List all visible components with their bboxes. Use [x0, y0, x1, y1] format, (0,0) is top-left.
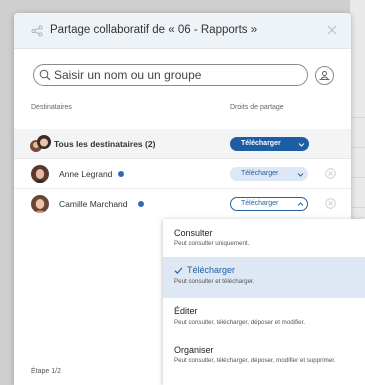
option-description: Peut consulter, télécharger, déposer et …: [174, 319, 306, 326]
rights-dropdown-menu: Consulter Peut consulter uniquement. Tél…: [163, 219, 365, 385]
group-icon: [319, 71, 330, 80]
search-icon: [39, 69, 51, 81]
rights-value: Télécharger: [241, 200, 279, 207]
dropdown-option-organiser[interactable]: Organiser Peut consulter, télécharger, d…: [163, 339, 365, 385]
recipient-name: Camille Marchand: [59, 199, 128, 209]
option-title: Consulter: [174, 228, 213, 238]
remove-icon[interactable]: [325, 198, 336, 209]
all-recipients-rights-select[interactable]: Télécharger: [230, 137, 309, 151]
chevron-down-icon: [298, 143, 305, 147]
chevron-up-icon: [297, 202, 304, 206]
recipient-rights-select[interactable]: Télécharger: [230, 167, 308, 181]
rights-column-label: Droits de partage: [230, 104, 284, 111]
dialog-header: Partage collaboratif de « 06 - Rapports …: [14, 13, 351, 49]
search-field[interactable]: [33, 64, 308, 86]
search-input[interactable]: [54, 67, 302, 83]
recipient-row: Camille Marchand Télécharger: [14, 189, 351, 219]
dropdown-option-consulter[interactable]: Consulter Peut consulter uniquement.: [163, 219, 365, 260]
dropdown-option-telecharger[interactable]: Télécharger Peut consulter et télécharge…: [163, 257, 365, 298]
dropdown-option-editer[interactable]: Éditer Peut consulter, télécharger, dépo…: [163, 298, 365, 339]
option-title: Télécharger: [187, 265, 236, 275]
share-icon: [31, 25, 43, 37]
recipient-row: Anne Legrand Télécharger: [14, 159, 351, 189]
avatar: [31, 195, 49, 213]
verified-icon: [118, 171, 124, 177]
option-description: Peut consulter uniquement.: [174, 240, 250, 247]
step-indicator: Étape 1/2: [31, 368, 61, 375]
avatar: [31, 165, 49, 183]
recipient-rights-select[interactable]: Télécharger: [230, 197, 308, 211]
recipients-column-label: Destinataires: [31, 104, 72, 111]
dialog-title: Partage collaboratif de « 06 - Rapports …: [50, 24, 258, 36]
verified-icon: [138, 201, 144, 207]
all-recipients-label: Tous les destinataires (2): [54, 139, 156, 149]
option-title: Éditer: [174, 306, 198, 316]
add-group-button[interactable]: [315, 66, 334, 85]
all-recipients-row: Tous les destinataires (2) Télécharger: [14, 129, 351, 159]
remove-icon[interactable]: [325, 168, 336, 179]
check-icon: [174, 267, 183, 275]
rights-value: Télécharger: [241, 170, 279, 177]
close-icon[interactable]: [326, 24, 338, 36]
recipient-name: Anne Legrand: [59, 169, 113, 179]
option-description: Peut consulter et télécharger.: [174, 278, 255, 285]
rights-value: Télécharger: [241, 140, 281, 147]
option-title: Organiser: [174, 345, 214, 355]
group-avatar: [30, 134, 52, 154]
option-description: Peut consulter, télécharger, déposer, mo…: [174, 357, 336, 364]
chevron-down-icon: [297, 173, 304, 177]
